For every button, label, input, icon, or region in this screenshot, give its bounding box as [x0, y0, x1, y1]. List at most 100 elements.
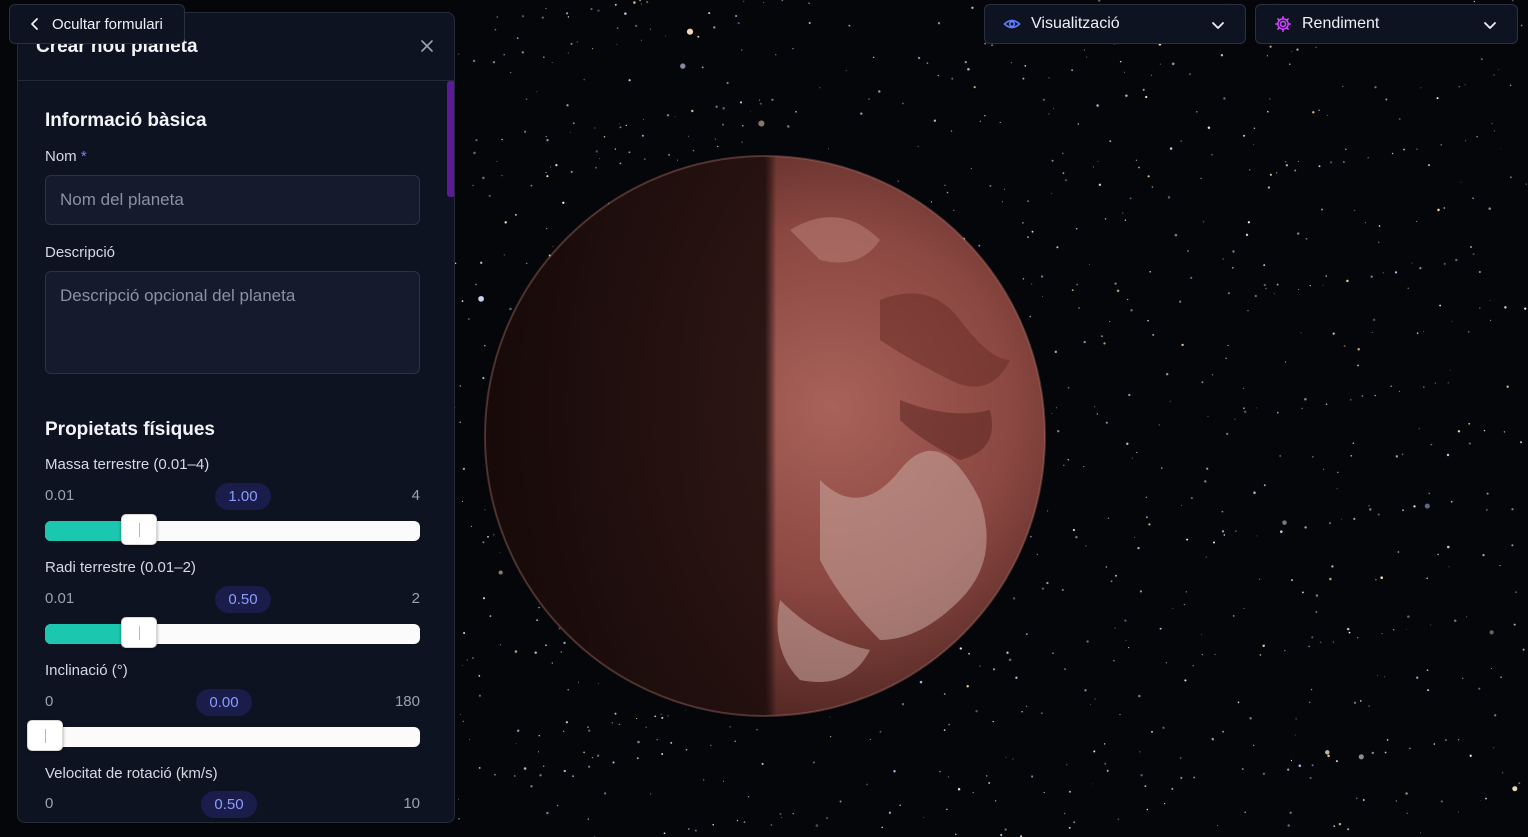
star: [566, 12, 569, 15]
star: [1402, 509, 1404, 512]
star: [1083, 340, 1086, 344]
star: [525, 98, 528, 100]
mass-value: 1.00: [215, 483, 271, 510]
radius-slider[interactable]: [45, 617, 420, 648]
radius-label: Radi terrestre (0.01–2): [45, 559, 196, 576]
hide-form-button[interactable]: Ocultar formulari: [9, 4, 185, 44]
star: [1453, 619, 1457, 623]
star: [482, 541, 485, 544]
star: [1212, 541, 1216, 544]
star: [917, 145, 919, 148]
star: [1263, 264, 1266, 267]
star: [1315, 594, 1319, 597]
star: [1022, 278, 1025, 280]
star: [1211, 737, 1215, 741]
description-input[interactable]: [45, 271, 420, 374]
star: [957, 788, 961, 791]
star: [955, 833, 957, 836]
close-icon[interactable]: [418, 37, 436, 55]
star: [1371, 751, 1374, 755]
star: [1325, 750, 1330, 755]
inclination-slider-thumb[interactable]: [27, 720, 63, 751]
star: [478, 694, 481, 697]
star: [1057, 430, 1060, 433]
star: [1151, 186, 1154, 188]
star: [1298, 289, 1300, 290]
star: [1280, 530, 1283, 533]
star: [1243, 607, 1245, 609]
star: [1345, 148, 1347, 151]
star: [1068, 826, 1071, 829]
star: [1061, 588, 1064, 591]
performance-label: Rendiment: [1302, 15, 1380, 32]
star: [1253, 144, 1255, 146]
star: [869, 738, 871, 740]
panel-scrollbar[interactable]: [447, 81, 454, 197]
star: [1269, 173, 1272, 176]
star: [1493, 130, 1495, 132]
star: [1001, 201, 1004, 203]
star: [541, 16, 544, 19]
star: [1485, 797, 1487, 800]
star: [462, 665, 464, 666]
star: [1125, 94, 1128, 97]
inclination-value: 0.00: [196, 689, 252, 716]
star: [1291, 50, 1293, 53]
star: [1394, 271, 1398, 274]
inclination-slider[interactable]: [27, 720, 420, 751]
name-input[interactable]: [45, 175, 420, 225]
star: [628, 151, 631, 154]
star: [1107, 517, 1110, 520]
star: [1282, 520, 1287, 525]
star: [588, 765, 591, 768]
star: [717, 145, 719, 148]
star: [1145, 516, 1148, 519]
star: [989, 184, 992, 187]
star: [1234, 530, 1237, 532]
star: [587, 818, 590, 820]
star: [1046, 581, 1049, 585]
star: [1493, 747, 1495, 749]
star: [1259, 654, 1262, 656]
star: [950, 130, 953, 132]
chevron-left-icon: [31, 18, 38, 30]
mass-slider-thumb[interactable]: [120, 514, 157, 545]
star: [1258, 578, 1260, 580]
star: [1468, 442, 1471, 445]
star: [1055, 407, 1057, 409]
star: [1419, 267, 1422, 270]
star: [462, 467, 466, 471]
star: [1426, 669, 1429, 672]
radius-slider-thumb[interactable]: [120, 617, 157, 648]
star: [692, 149, 695, 152]
star: [1409, 747, 1411, 750]
star: [1326, 114, 1328, 117]
star: [839, 800, 842, 803]
star: [1222, 258, 1224, 260]
mass-slider[interactable]: [45, 514, 420, 545]
star: [826, 817, 829, 820]
star: [756, 729, 758, 731]
rotation-label: Velocitat de rotació (km/s): [45, 765, 218, 782]
star: [516, 729, 520, 733]
star: [1305, 237, 1308, 240]
star: [1244, 410, 1247, 413]
star: [591, 757, 594, 759]
star: [923, 816, 925, 818]
star: [1145, 95, 1148, 99]
visualization-dropdown[interactable]: Visualització: [984, 4, 1246, 44]
rotation-slider-thumb[interactable]: [46, 822, 82, 823]
mass-label: Massa terrestre (0.01–4): [45, 456, 210, 473]
star: [640, 39, 642, 41]
star: [546, 138, 549, 142]
performance-dropdown[interactable]: Rendiment: [1255, 4, 1518, 44]
star: [509, 71, 512, 74]
star: [1190, 276, 1193, 279]
star: [1094, 406, 1096, 408]
star: [563, 769, 566, 773]
star: [1318, 109, 1320, 112]
star: [999, 121, 1001, 124]
star: [1368, 505, 1370, 507]
star: [1335, 760, 1338, 763]
star: [459, 421, 461, 423]
